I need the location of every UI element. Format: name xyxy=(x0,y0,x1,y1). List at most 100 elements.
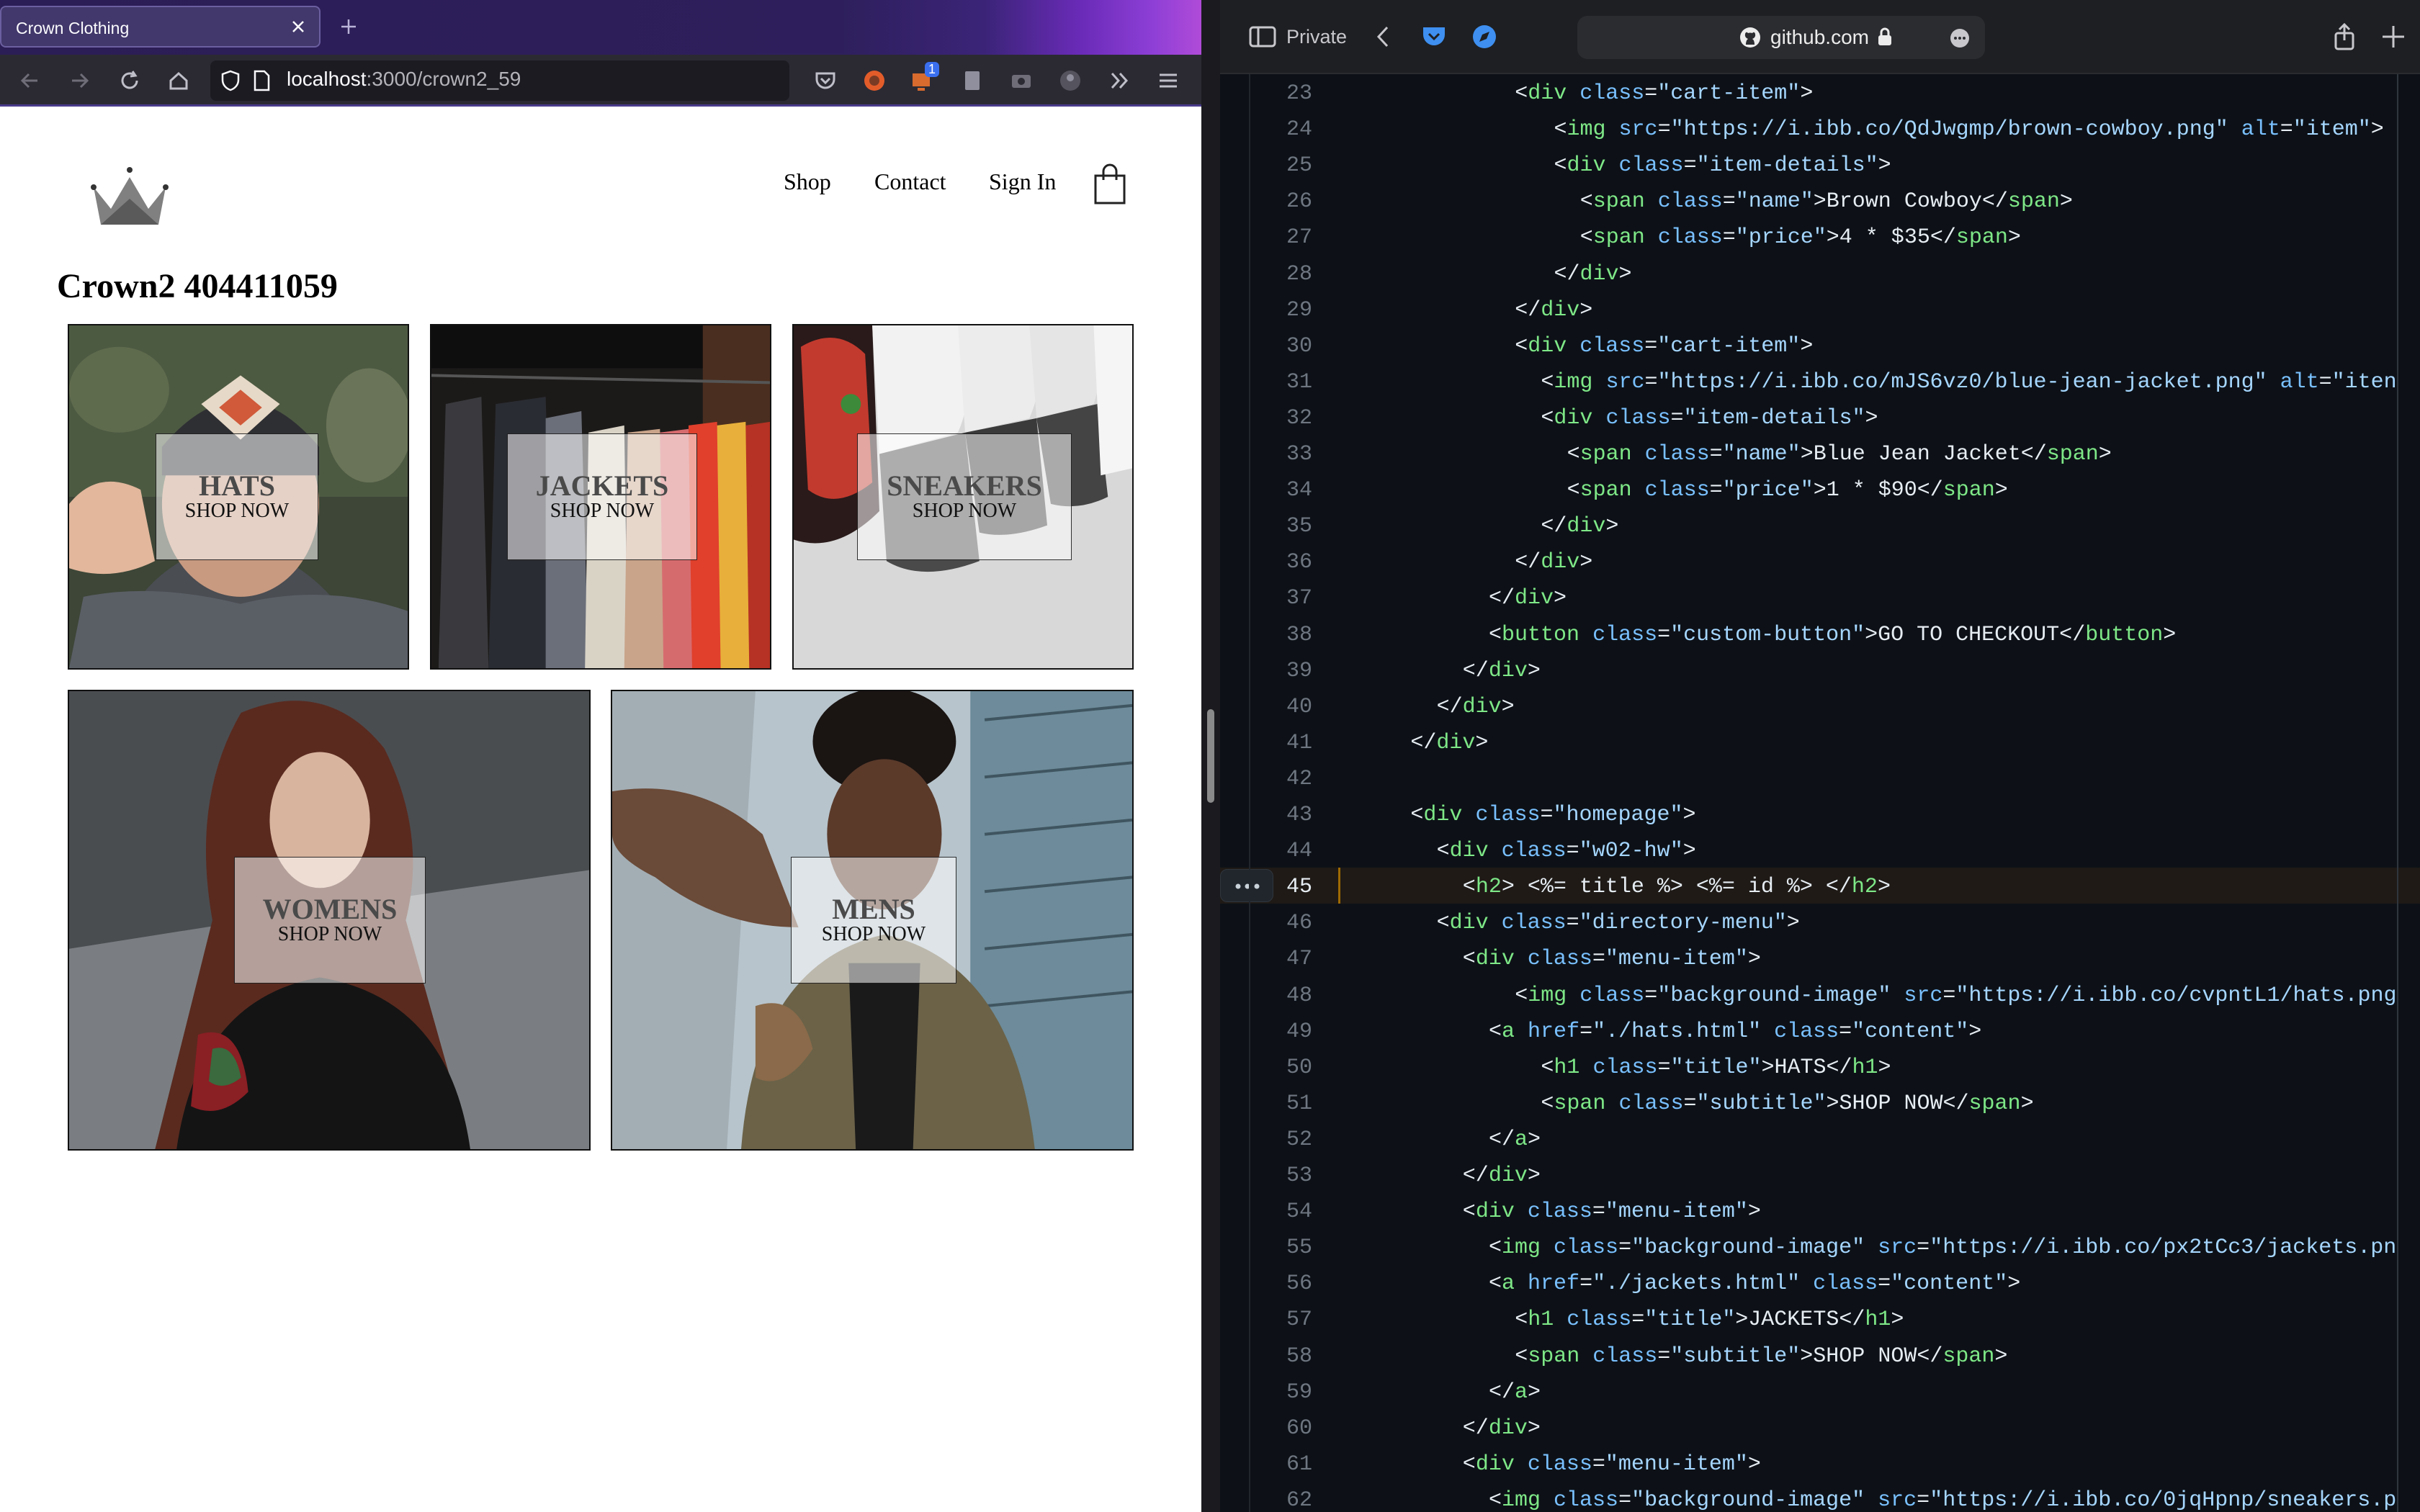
line-number[interactable]: 33 xyxy=(1263,442,1312,467)
line-number[interactable]: 40 xyxy=(1263,695,1312,719)
account-icon[interactable] xyxy=(1056,66,1085,95)
close-icon[interactable] xyxy=(286,14,310,39)
code-token: "name" xyxy=(1735,189,1814,215)
line-number[interactable]: 39 xyxy=(1263,659,1312,683)
menu-item-womens[interactable]: WOMENS SHOP NOW xyxy=(68,690,591,1151)
code-token: > xyxy=(1501,694,1515,719)
hats-content-link[interactable]: HATS SHOP NOW xyxy=(156,433,318,560)
line-number[interactable]: 23 xyxy=(1263,81,1312,106)
more-options-icon[interactable] xyxy=(1949,27,1971,49)
crown-logo-icon[interactable] xyxy=(89,166,170,228)
pocket-icon[interactable] xyxy=(811,66,840,95)
line-number[interactable]: 32 xyxy=(1263,406,1312,431)
line-number[interactable]: 31 xyxy=(1263,370,1312,395)
line-source: </div> xyxy=(1437,695,1515,719)
extension-badge-button[interactable]: 1 xyxy=(909,62,940,95)
line-number[interactable]: 47 xyxy=(1263,947,1312,971)
active-line-marker xyxy=(1338,868,1340,904)
line-number[interactable]: 30 xyxy=(1263,334,1312,359)
code-token: class xyxy=(1554,1236,1619,1261)
code-scrollbar[interactable] xyxy=(2397,74,2398,1512)
line-number[interactable]: 51 xyxy=(1263,1092,1312,1116)
forward-icon[interactable] xyxy=(65,66,94,95)
line-number[interactable]: 27 xyxy=(1263,225,1312,250)
reader-icon[interactable] xyxy=(958,66,987,95)
line-number[interactable]: 41 xyxy=(1263,731,1312,755)
womens-content-link[interactable]: WOMENS SHOP NOW xyxy=(234,857,426,984)
line-number[interactable]: 42 xyxy=(1263,767,1312,791)
code-token: div xyxy=(1541,550,1580,575)
nav-shop-link[interactable]: Shop xyxy=(784,168,831,195)
line-number[interactable]: 46 xyxy=(1263,911,1312,935)
line-number[interactable]: 48 xyxy=(1263,984,1312,1008)
line-number[interactable]: 49 xyxy=(1263,1020,1312,1044)
code-token: = xyxy=(1878,1272,1891,1297)
line-number[interactable]: 55 xyxy=(1263,1236,1312,1260)
menu-item-hats[interactable]: HATS SHOP NOW xyxy=(68,324,409,670)
screenshot-icon[interactable] xyxy=(1007,66,1036,95)
url-text[interactable]: localhost:3000/crown2_59 xyxy=(287,68,521,91)
line-number[interactable]: 37 xyxy=(1263,586,1312,611)
line-number[interactable]: 56 xyxy=(1263,1272,1312,1296)
code-token: < xyxy=(1579,189,1593,215)
sneakers-content-link[interactable]: SNEAKERS SHOP NOW xyxy=(857,433,1072,560)
mens-content-link[interactable]: MENS SHOP NOW xyxy=(791,857,956,984)
line-number[interactable]: 38 xyxy=(1263,623,1312,647)
line-number[interactable]: 52 xyxy=(1263,1128,1312,1152)
overflow-chevrons-icon[interactable] xyxy=(1105,66,1134,95)
line-number[interactable]: 53 xyxy=(1263,1164,1312,1188)
code-line: 26 <span class="name">Brown Cowboy</span> xyxy=(1220,182,2420,218)
line-number[interactable]: 35 xyxy=(1263,514,1312,539)
line-number[interactable]: 57 xyxy=(1263,1308,1312,1332)
line-number[interactable]: 61 xyxy=(1263,1452,1312,1477)
reload-icon[interactable] xyxy=(115,66,144,95)
back-icon[interactable] xyxy=(1368,22,1399,52)
url-path: :3000/crown2_59 xyxy=(366,68,521,90)
line-number[interactable]: 24 xyxy=(1263,117,1312,142)
code-token: "./hats.html" xyxy=(1592,1019,1762,1044)
new-tab-icon[interactable] xyxy=(2378,22,2408,52)
extension-icon[interactable] xyxy=(860,66,889,95)
line-actions-button[interactable] xyxy=(1220,869,1273,903)
jackets-content-link[interactable]: JACKETS SHOP NOW xyxy=(507,433,697,560)
line-number[interactable]: 62 xyxy=(1263,1488,1312,1512)
shield-icon[interactable] xyxy=(219,69,242,92)
nav-sign-in-link[interactable]: Sign In xyxy=(989,168,1056,195)
shopping-bag-icon[interactable] xyxy=(1092,163,1128,206)
compass-extension-icon[interactable] xyxy=(1469,22,1500,52)
menu-item-jackets[interactable]: JACKETS SHOP NOW xyxy=(430,324,771,670)
new-tab-icon[interactable] xyxy=(336,14,361,39)
line-number[interactable]: 43 xyxy=(1263,803,1312,827)
code-token: div xyxy=(1462,694,1502,719)
code-token: = xyxy=(1618,1236,1632,1261)
sidebar-toggle-icon[interactable] xyxy=(1247,22,1278,52)
split-view-handle[interactable] xyxy=(1207,709,1214,803)
share-icon[interactable] xyxy=(2329,22,2360,52)
line-number[interactable]: 26 xyxy=(1263,189,1312,214)
line-number[interactable]: 50 xyxy=(1263,1056,1312,1080)
tab-crown-clothing[interactable]: Crown Clothing xyxy=(0,6,321,48)
code-token: "https://i.ibb.co/cvpntL1/hats.png xyxy=(1955,983,2397,1008)
nav-contact-link[interactable]: Contact xyxy=(874,168,946,195)
menu-item-sneakers[interactable]: SNEAKERS SHOP NOW xyxy=(792,324,1134,670)
menu-item-mens[interactable]: MENS SHOP NOW xyxy=(611,690,1134,1151)
line-number[interactable]: 25 xyxy=(1263,153,1312,178)
line-number[interactable]: 60 xyxy=(1263,1416,1312,1441)
code-gutter-divider xyxy=(1249,74,1250,1512)
line-number[interactable]: 58 xyxy=(1263,1344,1312,1369)
line-number[interactable]: 59 xyxy=(1263,1380,1312,1405)
line-number[interactable]: 29 xyxy=(1263,298,1312,323)
line-number[interactable]: 54 xyxy=(1263,1200,1312,1224)
code-token: = xyxy=(1839,1019,1852,1044)
line-number[interactable]: 36 xyxy=(1263,550,1312,575)
line-number[interactable]: 44 xyxy=(1263,839,1312,863)
code-view[interactable]: 23 <div class="cart-item"> 24 <img src="htt… xyxy=(1220,74,2420,1512)
hamburger-menu-icon[interactable] xyxy=(1154,66,1183,95)
home-icon[interactable] xyxy=(164,66,193,95)
back-icon[interactable] xyxy=(16,66,45,95)
pocket-icon[interactable] xyxy=(1419,22,1449,52)
lock-icon xyxy=(1878,27,1891,45)
line-number[interactable]: 28 xyxy=(1263,262,1312,287)
line-number[interactable]: 34 xyxy=(1263,478,1312,503)
